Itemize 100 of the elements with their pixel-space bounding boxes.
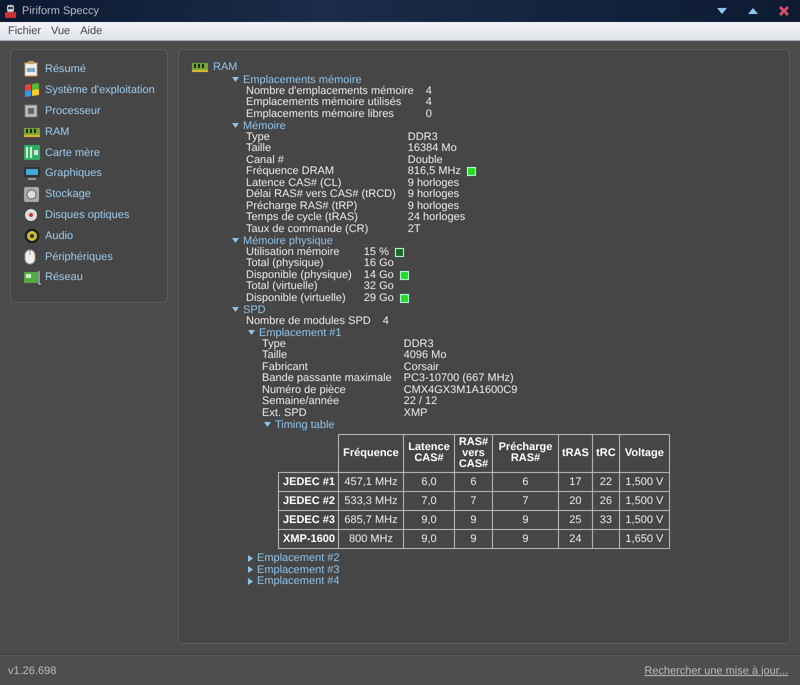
property-value: Corsair <box>404 362 440 373</box>
property-label: Taille <box>262 350 288 362</box>
property-value: PC3-10700 (667 MHz) <box>404 373 514 384</box>
property-label: Utilisation mémoire <box>246 246 341 258</box>
sidebar-item[interactable]: Processeur <box>24 100 101 122</box>
property-value: Double <box>408 154 443 166</box>
property-value: 4096 Mo <box>404 350 446 362</box>
property-label: Délai RAS# vers CAS# (tRCD) <box>246 189 396 200</box>
property-value: CMX4GX3M1A1600C9 <box>404 384 518 396</box>
table-cell: 1,500 V <box>619 510 670 529</box>
column-header: Latence CAS# <box>403 434 454 472</box>
table-cell: 25 <box>558 510 592 529</box>
property-label: Total (physique) <box>246 258 325 270</box>
property-label: Bande passante maximale <box>262 373 392 384</box>
property-value: 29 Go <box>364 292 394 304</box>
section-header[interactable]: Timing table <box>264 419 335 430</box>
property-value: 9 horloges <box>408 200 460 212</box>
property-value: 32 Go <box>364 281 394 292</box>
property-value: 16 Go <box>364 258 394 270</box>
disc-icon <box>24 208 38 222</box>
table-cell: 9 <box>454 529 492 548</box>
section-header[interactable]: Emplacement #2 <box>248 552 340 564</box>
window-title: Piriform Speccy <box>22 5 100 17</box>
section-header[interactable]: Mémoire <box>232 120 286 132</box>
menu-item[interactable]: Vue <box>47 25 74 37</box>
property-label: Canal # <box>246 154 285 166</box>
sidebar-item[interactable]: Graphiques <box>24 162 102 184</box>
table-cell: 457,1 MHz <box>338 472 404 491</box>
memory-module-icon <box>24 126 40 137</box>
table-cell: 7,0 <box>403 491 454 510</box>
table-cell: 1,500 V <box>619 491 670 510</box>
table-cell: 20 <box>558 491 592 510</box>
column-header: Précharge RAS# <box>492 434 558 472</box>
property-label: Nombre de modules SPD <box>246 316 371 327</box>
monitor-icon <box>24 166 40 181</box>
property-label: Semaine/année <box>262 396 340 408</box>
sidebar-item[interactable]: RAM <box>24 121 70 142</box>
property-value: 2T <box>408 224 421 235</box>
property-label: Temps de cycle (tRAS) <box>246 212 359 224</box>
property-value: 4 <box>426 97 432 108</box>
table-cell: 9 <box>492 510 558 529</box>
table-cell: 9 <box>492 529 558 548</box>
section-header[interactable]: Emplacements mémoire <box>232 74 362 86</box>
sidebar-item[interactable]: Disques optiques <box>24 204 130 226</box>
property-value: 9 horloges <box>408 178 460 189</box>
memory-module-icon <box>192 62 208 72</box>
section-header[interactable]: Emplacement #4 <box>248 576 340 587</box>
property-label: Fabricant <box>262 362 309 373</box>
property-label: Emplacements mémoire utilisés <box>246 97 402 108</box>
sidebar-item[interactable]: Stockage <box>24 184 91 205</box>
circuit-board-icon <box>24 145 40 160</box>
table-cell: 6 <box>454 472 492 491</box>
section-header[interactable]: Emplacement #3 <box>248 564 340 576</box>
property-label: Latence CAS# (CL) <box>246 178 342 188</box>
table-cell: 9,0 <box>403 510 454 529</box>
flag-icon <box>24 82 40 98</box>
table-cell: 33 <box>592 510 620 529</box>
sidebar-item[interactable]: Réseau <box>24 266 83 288</box>
version-label: v1.26.698 <box>8 664 56 676</box>
property-value: 9 horloges <box>408 189 460 200</box>
close-icon <box>778 5 790 17</box>
menu-item[interactable]: Fichier <box>4 25 46 37</box>
table-cell: 17 <box>558 472 592 491</box>
property-value: 4 <box>426 86 432 97</box>
column-header: Fréquence <box>338 434 404 472</box>
menu-item[interactable]: Aide <box>76 25 106 37</box>
property-value: XMP <box>404 408 428 419</box>
property-label: Nombre d'emplacements mémoire <box>246 86 414 96</box>
property-label: Ext. SPD <box>262 408 308 419</box>
clipboard-icon <box>24 61 38 78</box>
property-label: Numéro de pièce <box>262 384 347 396</box>
table-cell: 533,3 MHz <box>338 491 404 510</box>
property-label: Total (virtuelle) <box>246 281 318 292</box>
chip-icon <box>24 104 38 118</box>
table-cell: 9,0 <box>403 529 454 548</box>
table-cell: 800 MHz <box>338 529 404 548</box>
table-cell: 22 <box>592 472 620 491</box>
section-header[interactable]: Emplacement #1 <box>248 327 342 338</box>
speaker-icon <box>24 228 40 244</box>
property-value: 4 <box>382 316 389 327</box>
section-header[interactable]: Mémoire physique <box>232 235 333 246</box>
update-link[interactable]: Rechercher une mise à jour... <box>644 664 788 676</box>
sidebar-item[interactable]: Périphériques <box>24 246 113 267</box>
sidebar-item[interactable]: Résumé <box>24 59 86 80</box>
network-card-icon <box>24 270 42 285</box>
section-header[interactable]: SPD <box>232 304 266 316</box>
sidebar-item[interactable]: Audio <box>24 225 74 246</box>
table-cell: 6 <box>492 472 558 491</box>
table-cell: 685,7 MHz <box>338 510 404 529</box>
property-value: 16384 Mo <box>408 143 457 154</box>
property-value: 15 % <box>364 246 389 258</box>
sidebar-item[interactable]: Système d'exploitation <box>24 80 155 101</box>
table-cell: 9 <box>454 510 492 529</box>
page-heading: RAM <box>213 61 238 73</box>
property-value: DDR3 <box>404 338 434 350</box>
table-cell: 24 <box>558 529 592 548</box>
sidebar-item[interactable]: Carte mère <box>24 142 100 163</box>
minimize-icon <box>716 7 728 15</box>
property-label: Taille <box>246 143 272 154</box>
mouse-icon <box>24 248 36 265</box>
